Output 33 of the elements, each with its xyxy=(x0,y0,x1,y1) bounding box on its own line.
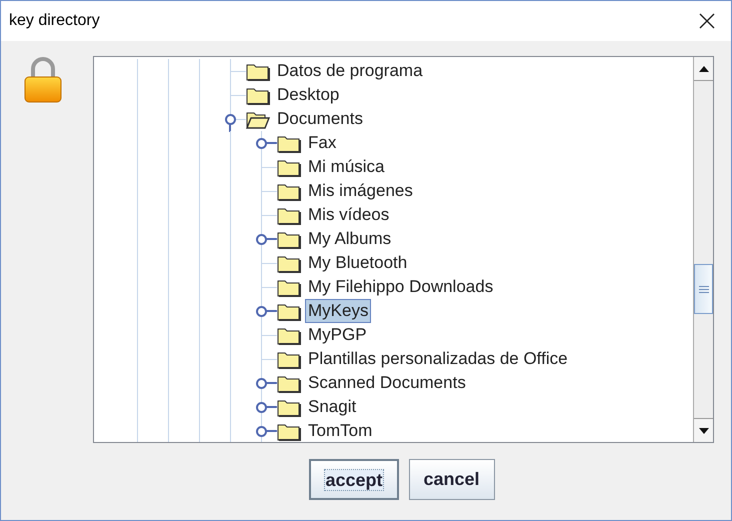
dialog-button[interactable]: accept xyxy=(309,459,398,500)
collapsed-handle-icon[interactable] xyxy=(256,234,267,245)
close-icon[interactable] xyxy=(699,13,715,29)
scroll-up-icon[interactable] xyxy=(698,66,708,72)
padlock-icon xyxy=(23,56,63,104)
tree-item[interactable]: TomTom xyxy=(305,419,376,442)
tree-item[interactable]: Fax xyxy=(305,131,340,155)
tree-item[interactable]: My Albums xyxy=(305,227,394,251)
tree-item[interactable]: Desktop xyxy=(274,83,342,107)
collapsed-handle-icon[interactable] xyxy=(256,378,267,389)
tree-item[interactable]: Scanned Documents xyxy=(305,371,469,395)
dialog-button[interactable]: cancel xyxy=(408,459,495,500)
tree-item[interactable]: My Filehippo Downloads xyxy=(305,275,496,299)
tree-item[interactable]: Mi música xyxy=(305,155,388,179)
window-title: key directory xyxy=(9,11,100,31)
expanded-handle-icon[interactable] xyxy=(225,114,236,125)
scroll-thumb[interactable] xyxy=(694,264,713,314)
tree-item[interactable]: Mis vídeos xyxy=(305,203,392,227)
tree-item[interactable]: MyPGP xyxy=(305,323,370,347)
tree-item[interactable]: Plantillas personalizadas de Office xyxy=(305,347,571,371)
scroll-down-icon[interactable] xyxy=(698,428,708,434)
scrollbar[interactable] xyxy=(693,57,713,442)
grip-icon xyxy=(698,286,708,292)
tree-item[interactable]: MyKeys xyxy=(305,299,372,323)
tree-item[interactable]: Snagit xyxy=(305,395,360,419)
tree-item[interactable]: Documents xyxy=(274,107,366,131)
collapsed-handle-icon[interactable] xyxy=(256,402,267,413)
collapsed-handle-icon[interactable] xyxy=(256,426,267,437)
collapsed-handle-icon[interactable] xyxy=(256,138,267,149)
tree-item[interactable]: Mis imágenes xyxy=(305,179,416,203)
tree-item[interactable]: My Bluetooth xyxy=(305,251,410,275)
tree-item[interactable]: Datos de programa xyxy=(274,59,426,83)
collapsed-handle-icon[interactable] xyxy=(256,306,267,317)
